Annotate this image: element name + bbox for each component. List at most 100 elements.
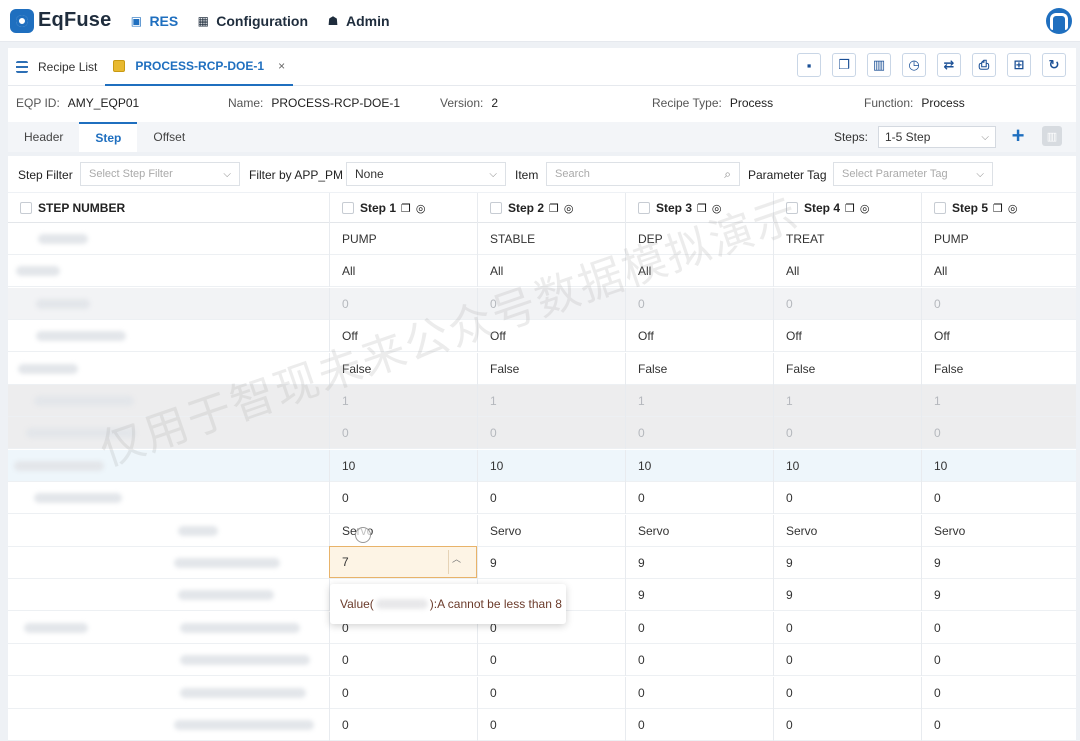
grid-cell[interactable]: Servo (773, 514, 921, 547)
add-step-button[interactable]: + (1006, 123, 1030, 148)
step-4-checkbox[interactable] (786, 202, 798, 214)
save-icon[interactable]: ▪ (797, 53, 821, 77)
grid-cell[interactable]: 1 (477, 385, 625, 417)
step-2-checkbox[interactable] (490, 202, 502, 214)
grid-cell[interactable]: Servo (921, 514, 1069, 547)
view-step-icon[interactable]: ◎ (1008, 202, 1018, 215)
nav-admin[interactable]: ☗ Admin (326, 13, 390, 29)
item-search-input[interactable]: Search ⌕ (546, 162, 740, 186)
grid-cell[interactable]: False (921, 352, 1069, 385)
select-all-checkbox[interactable] (20, 202, 32, 214)
spinner-up-icon[interactable]: ︿ (448, 550, 464, 574)
grid-cell[interactable]: All (329, 255, 477, 288)
grid-cell[interactable]: 9 (625, 547, 773, 579)
grid-cell[interactable]: 0 (477, 417, 625, 450)
grid-cell[interactable]: 9 (477, 547, 625, 579)
grid-cell[interactable]: 0 (477, 676, 625, 709)
grid-cell[interactable]: 0 (773, 482, 921, 515)
grid-cell[interactable]: 10 (329, 449, 477, 482)
tab-offset[interactable]: Offset (137, 122, 201, 152)
grid-cell[interactable]: 1 (773, 385, 921, 417)
grid-cell[interactable]: False (477, 352, 625, 385)
view-step-icon[interactable]: ◎ (564, 202, 574, 215)
copy-step-icon[interactable]: ❐ (697, 202, 707, 215)
nav-configuration[interactable]: ▦ Configuration (196, 13, 308, 29)
grid-cell[interactable]: 0 (921, 482, 1069, 515)
history-icon[interactable]: ◷ (902, 53, 926, 77)
grid-cell[interactable]: 0 (773, 287, 921, 320)
grid-cell[interactable]: Off (329, 320, 477, 353)
grid-cell[interactable]: 0 (477, 644, 625, 677)
grid-cell[interactable]: 0 (773, 611, 921, 644)
grid-cell[interactable]: 10 (625, 449, 773, 482)
grid-cell[interactable]: 10 (921, 449, 1069, 482)
copy-icon[interactable]: ❐ (832, 53, 856, 77)
grid-cell[interactable]: TREAT (773, 223, 921, 255)
grid-cell[interactable]: PUMP (329, 223, 477, 255)
tab-process-recipe[interactable]: PROCESS-RCP-DOE-1 × (105, 48, 294, 86)
grid-cell[interactable]: False (329, 352, 477, 385)
grid-cell[interactable]: False (773, 352, 921, 385)
delete-icon[interactable]: ▥ (867, 53, 891, 77)
grid-cell[interactable]: 0 (773, 676, 921, 709)
grid-cell[interactable]: All (477, 255, 625, 288)
grid-cell[interactable]: 1 (921, 385, 1069, 417)
grid-cell[interactable]: 0 (921, 287, 1069, 320)
compare-icon[interactable]: ⇄ (937, 53, 961, 77)
grid-cell[interactable]: 0 (921, 709, 1069, 741)
user-avatar[interactable] (1046, 8, 1072, 34)
grid-cell[interactable]: 0 (329, 287, 477, 320)
grid-cell[interactable]: 0 (625, 709, 773, 741)
grid-cell[interactable]: PUMP (921, 223, 1069, 255)
step-5-checkbox[interactable] (934, 202, 946, 214)
view-step-icon[interactable]: ◎ (860, 202, 870, 215)
refresh-icon[interactable]: ↻ (1042, 53, 1066, 77)
grid-cell[interactable]: 0 (329, 709, 477, 741)
grid-cell[interactable]: 0 (625, 482, 773, 515)
grid-cell[interactable]: 0 (773, 417, 921, 450)
grid-cell[interactable]: STABLE (477, 223, 625, 255)
nav-res[interactable]: ▣ RES (129, 13, 178, 29)
grid-cell[interactable]: All (625, 255, 773, 288)
grid-cell[interactable]: 0 (773, 644, 921, 677)
tab-recipe-list[interactable]: Recipe List (8, 48, 105, 86)
close-icon[interactable]: × (278, 59, 285, 73)
grid-cell[interactable]: 0 (921, 611, 1069, 644)
grid-cell[interactable]: Servo (625, 514, 773, 547)
grid-cell[interactable]: 0 (625, 287, 773, 320)
grid-cell[interactable]: False (625, 352, 773, 385)
grid-cell[interactable]: 0 (477, 709, 625, 741)
export-icon[interactable]: ⎙ (972, 53, 996, 77)
view-step-icon[interactable]: ◎ (712, 202, 722, 215)
copy-step-icon[interactable]: ❐ (845, 202, 855, 215)
grid-cell[interactable]: 9 (773, 579, 921, 612)
step-filter-select[interactable]: Select Step Filter ⌵ (80, 162, 240, 186)
grid-cell[interactable]: Servo (329, 514, 477, 547)
view-step-icon[interactable]: ◎ (416, 202, 426, 215)
grid-cell[interactable]: 0 (329, 644, 477, 677)
grid-cell[interactable]: 0 (329, 482, 477, 515)
grid-cell[interactable]: 1 (329, 385, 477, 417)
grid-cell[interactable]: Off (477, 320, 625, 353)
grid-cell[interactable]: 0 (773, 709, 921, 741)
copy-step-icon[interactable]: ❐ (993, 202, 1003, 215)
tab-header[interactable]: Header (8, 122, 79, 152)
grid-cell[interactable]: All (773, 255, 921, 288)
grid-cell[interactable]: Servo (477, 514, 625, 547)
grid-cell[interactable]: 0 (921, 417, 1069, 450)
grid-cell[interactable]: Off (625, 320, 773, 353)
grid-cell[interactable]: 9 (921, 547, 1069, 579)
grid-cell[interactable]: 10 (477, 449, 625, 482)
grid-cell[interactable]: All (921, 255, 1069, 288)
step-1-value-editor[interactable]: 7 ︿ (329, 546, 477, 578)
import-icon[interactable]: ⊞ (1007, 53, 1031, 77)
copy-step-icon[interactable]: ❐ (549, 202, 559, 215)
grid-cell[interactable]: 9 (625, 579, 773, 612)
grid-cell[interactable]: 0 (921, 644, 1069, 677)
grid-cell[interactable]: 1 (625, 385, 773, 417)
grid-cell[interactable]: 0 (477, 482, 625, 515)
grid-cell[interactable]: 9 (921, 579, 1069, 612)
step-1-checkbox[interactable] (342, 202, 354, 214)
grid-cell[interactable]: 0 (329, 417, 477, 450)
copy-step-icon[interactable]: ❐ (401, 202, 411, 215)
